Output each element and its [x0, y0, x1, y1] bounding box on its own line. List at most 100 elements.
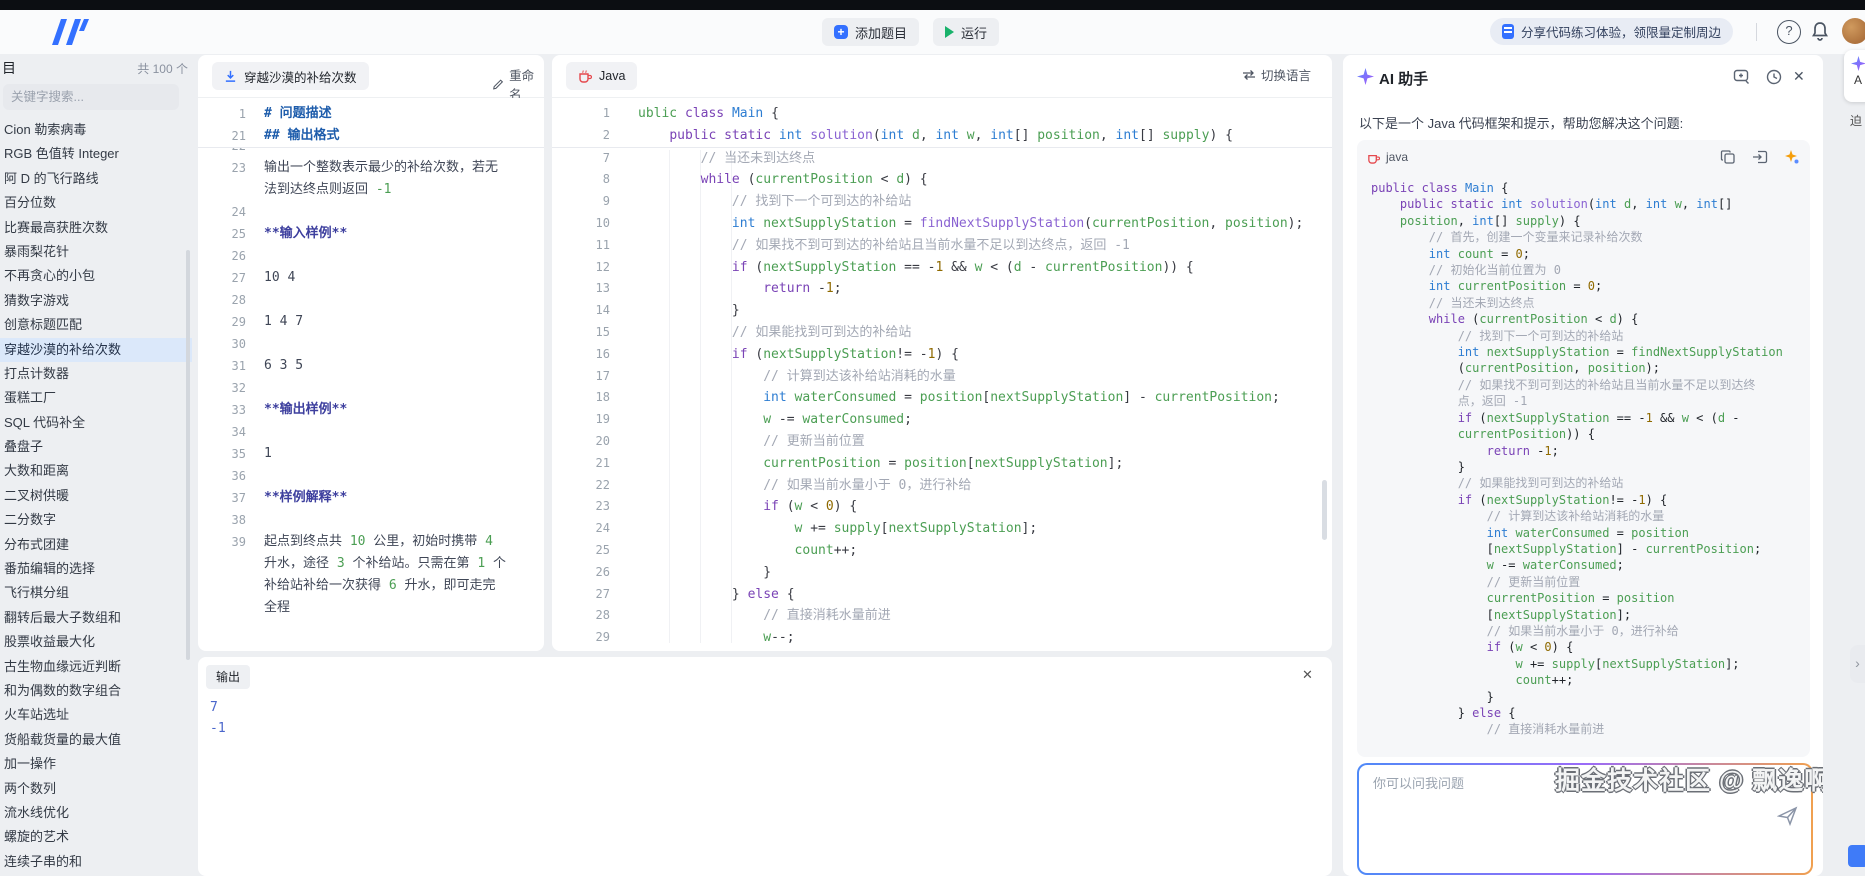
sidebar-item[interactable]: 不再贪心的小包: [0, 264, 192, 288]
sidebar-item[interactable]: 和为偶数的数字组合: [0, 679, 192, 703]
close-output-icon[interactable]: ✕: [1302, 667, 1313, 683]
sidebar-item[interactable]: 番茄编辑的选择: [0, 557, 192, 581]
sidebar-item[interactable]: 比赛最高获胜次数: [0, 216, 192, 240]
copy-icon[interactable]: [1720, 149, 1736, 165]
problem-tab[interactable]: 穿越沙漠的补给次数: [212, 62, 369, 90]
md-row: 全程: [264, 600, 291, 615]
history-icon[interactable]: [1765, 68, 1783, 86]
ai-floating-badge[interactable]: A: [1844, 50, 1865, 102]
sidebar-item[interactable]: 飞行棋分组: [0, 581, 192, 605]
problem-count: 共 100 个: [137, 61, 188, 76]
code-content[interactable]: 1 ublic class Main {2 public static int s…: [552, 98, 1332, 651]
notification-bell-icon[interactable]: [1808, 19, 1832, 43]
sidebar-item[interactable]: 流水线优化: [0, 801, 192, 825]
download-icon: [225, 70, 236, 82]
code-line: 27 } else {: [595, 586, 795, 602]
edge-partial-text: 迫: [1850, 114, 1863, 128]
code-editor-panel: Java 切换语言 1 ublic class Main {2 public st…: [552, 55, 1332, 651]
ai-sparkle-icon: [1357, 68, 1374, 85]
code-line: 20 // 更新当前位置: [595, 433, 865, 449]
run-button[interactable]: 运行: [933, 18, 1000, 46]
sidebar-item[interactable]: Cion 勒索病毒: [0, 118, 192, 142]
window-top-strip: [0, 0, 1865, 10]
sidebar-header: 目 共 100 个: [2, 58, 188, 78]
sidebar-item[interactable]: 叠盘子: [0, 435, 192, 459]
ai-card-header: java: [1357, 140, 1810, 174]
sidebar-item[interactable]: RGB 色值转 Integer: [0, 142, 192, 166]
code-line: 17 // 计算到达该补给站消耗的水量: [595, 368, 956, 384]
ai-card-language: java: [1386, 150, 1409, 164]
code-line: 11 // 如果找不到可到达的补给站且当前水量不足以到达终点，返回 -1: [595, 237, 1130, 253]
problem-list: Cion 勒索病毒 RGB 色值转 Integer 阿 D 的飞行路线 百分位数 比赛最…: [0, 118, 192, 876]
sidebar-item[interactable]: 古生物血缘远近判断: [0, 655, 192, 679]
sidebar-item[interactable]: 二叉树供暖: [0, 484, 192, 508]
clipped-row: 22: [198, 148, 544, 157]
search-input[interactable]: [3, 84, 195, 110]
search-box[interactable]: [3, 84, 195, 110]
sidebar-item[interactable]: 穿越沙漠的补给次数: [0, 337, 192, 362]
pencil-icon: [493, 78, 504, 89]
output-tab[interactable]: 输出: [206, 665, 251, 689]
sidebar-item[interactable]: 分布式团建: [0, 533, 192, 557]
sidebar-item[interactable]: 股票收益最大化: [0, 630, 192, 654]
user-avatar[interactable]: [1842, 18, 1865, 44]
md-row: 39 起点到终点共 10 公里，初始时携带 4: [231, 534, 493, 549]
sidebar-item[interactable]: SQL 代码补全: [0, 411, 192, 435]
md-row: 补给站补给一次获得 6 升水，即可走完: [264, 578, 496, 593]
collapse-chevron-icon[interactable]: ›: [1850, 645, 1865, 683]
new-chat-icon[interactable]: [1733, 68, 1751, 86]
md-heading-row: 1 # 问题描述: [238, 106, 332, 121]
code-line: 15 // 如果能找到可到达的补给站: [595, 324, 912, 340]
edge-blue-widget[interactable]: [1848, 845, 1865, 867]
md-row: 法到达终点则返回 -1: [264, 182, 392, 197]
sidebar-item[interactable]: 两个数列: [0, 777, 192, 801]
app-window: + 添加题目 运行 分享代码练习体验，领限量定制周边 ? 目 共 100 个 C…: [0, 0, 1865, 876]
sidebar-item[interactable]: 翻转后最大子数组和: [0, 606, 192, 630]
ai-code-block[interactable]: public class Main { public static int so…: [1371, 180, 1804, 757]
sidebar-item[interactable]: 猜数字游戏: [0, 289, 192, 313]
editor-scrollbar[interactable]: [1322, 480, 1327, 540]
ai-assistant-panel: AI 助手 ✕ 以下是一个 Java 代码框架和提示，帮助您解决这个问题: ja…: [1343, 55, 1823, 876]
magic-sparkle-icon[interactable]: [1784, 149, 1800, 165]
code-line: 16 if (nextSupplyStation!= -1) {: [595, 346, 959, 362]
run-label: 运行: [961, 25, 988, 41]
sidebar-item[interactable]: 火车站选址: [0, 703, 192, 727]
md-heading-row: 21 ## 输出格式: [231, 128, 340, 143]
close-ai-icon[interactable]: ✕: [1793, 68, 1811, 86]
sidebar-item[interactable]: 暴雨梨花针: [0, 240, 192, 264]
sidebar-item[interactable]: 百分位数: [0, 191, 192, 215]
output-values: 7 -1: [210, 700, 226, 736]
code-line: 13 return -1;: [595, 281, 842, 297]
md-row: 30: [231, 337, 246, 351]
sidebar-item[interactable]: 连续子串的和: [0, 850, 192, 874]
md-row: 25 **输入样例**: [231, 226, 348, 241]
sidebar-item[interactable]: 创意标题匹配: [0, 313, 192, 337]
sidebar-item[interactable]: 打点计数器: [0, 362, 192, 386]
help-icon[interactable]: ?: [1777, 20, 1801, 44]
sidebar-item[interactable]: 大数和距离: [0, 459, 192, 483]
sidebar-item[interactable]: 阿 D 的飞行路线: [0, 167, 192, 191]
sidebar-scrollbar[interactable]: [186, 250, 190, 660]
language-tab-java[interactable]: Java: [566, 62, 638, 90]
send-icon[interactable]: [1777, 805, 1799, 827]
sidebar-item[interactable]: 货船载货量的最大值: [0, 728, 192, 752]
java-icon: [579, 70, 592, 83]
play-icon: [945, 26, 954, 38]
sidebar-item[interactable]: 蛋糕工厂: [0, 386, 192, 410]
ai-code-card: java public class Main { public static i…: [1357, 140, 1810, 757]
insert-code-icon[interactable]: [1752, 149, 1768, 165]
code-line: 2 public static int solution(int d, int …: [602, 127, 1233, 143]
md-row: 26: [231, 249, 246, 263]
top-bar: + 添加题目 运行 分享代码练习体验，领限量定制周边 ?: [0, 10, 1865, 54]
problem-content[interactable]: 1# 问题描述 21## 输出格式 22 23输出一个整数表示最少的补给次数，若无…: [198, 98, 544, 651]
problem-sticky-headings: 1 # 问题描述 21 ## 输出格式: [198, 98, 544, 148]
sidebar-item[interactable]: 加一操作: [0, 752, 192, 776]
app-logo-icon[interactable]: [46, 17, 94, 47]
sidebar-item[interactable]: 二分数字: [0, 508, 192, 532]
sidebar-item[interactable]: 螺旋的艺术: [0, 825, 192, 849]
md-row: 28: [231, 293, 246, 307]
share-campaign-button[interactable]: 分享代码练习体验，领限量定制周边: [1490, 18, 1734, 45]
switch-language-button[interactable]: 切换语言: [1242, 65, 1311, 84]
add-problem-button[interactable]: + 添加题目: [822, 18, 920, 46]
badge-letter: A: [1853, 73, 1862, 87]
